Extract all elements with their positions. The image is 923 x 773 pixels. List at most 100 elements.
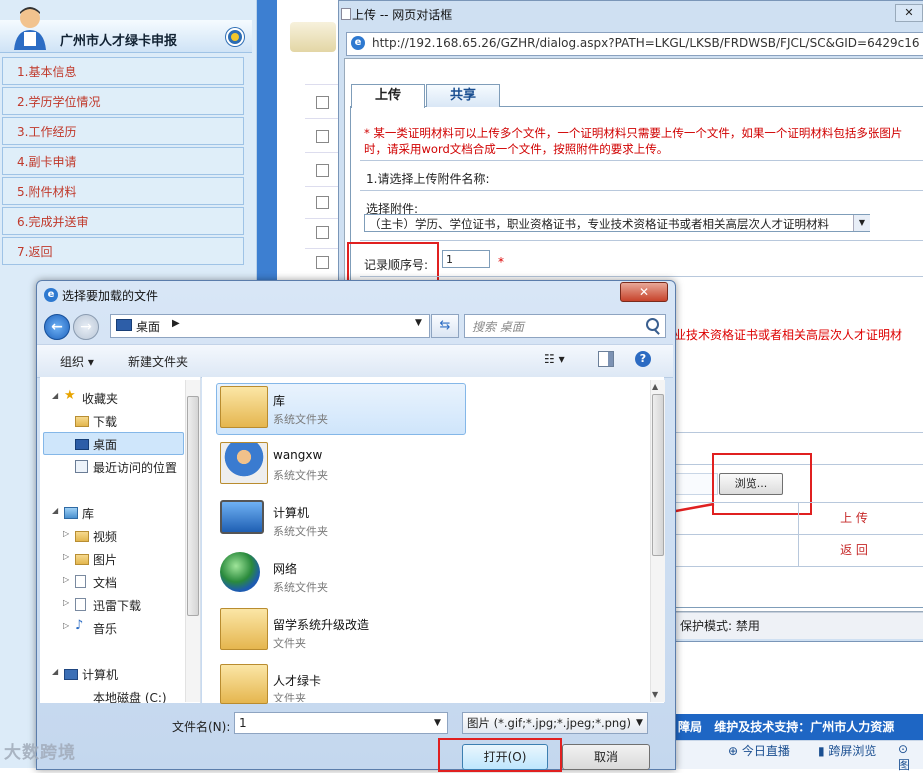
recent-places-icon — [75, 460, 88, 473]
expand-icon[interactable]: ▷ — [63, 552, 69, 561]
tree-item-documents[interactable]: ▷ 文档 — [63, 574, 117, 591]
back-arrow-icon[interactable]: ← — [44, 314, 70, 340]
scroll-up-icon[interactable]: ▲ — [652, 382, 658, 391]
tree-label: 桌面 — [93, 438, 118, 452]
chevron-down-icon[interactable]: ▼ — [636, 718, 643, 728]
forward-arrow-icon[interactable]: → — [73, 314, 99, 340]
cancel-button[interactable]: 取消 — [562, 744, 650, 770]
tree-item-thunder[interactable]: ▷ 迅雷下载 — [63, 597, 141, 614]
desktop-icon — [75, 439, 89, 450]
row-checkbox[interactable] — [316, 164, 329, 177]
ie-status-bar: 保护模式: 禁用 — [670, 612, 923, 639]
file-type: 系统文件夹 — [273, 413, 328, 426]
upload-notice: * 某一类证明材料可以上传多个文件，一个证明材料只需要上传一个文件，如果一个证明… — [364, 126, 903, 156]
help-icon[interactable]: ? — [635, 351, 651, 367]
attachment-select[interactable]: （主卡）学历、学位证书，职业资格证书，专业技术资格证书或者相关高层次人才证明材料 — [364, 214, 870, 232]
divider — [360, 276, 923, 277]
tree-item-local-disk[interactable]: ▷本地磁盘 (C:) — [93, 689, 167, 703]
nav-item-work-experience[interactable]: 3.工作经历 — [2, 117, 244, 145]
ie-dialog-title: 上传 -- 网页对话框 — [352, 8, 453, 22]
chevron-down-icon[interactable]: ▼ — [415, 318, 422, 328]
page-banner-icon — [290, 22, 336, 52]
tree-item-downloads[interactable]: 下载 — [75, 413, 117, 430]
live-broadcast-link[interactable]: ⊕ 今日直播 — [728, 742, 790, 759]
nav-item-attachments[interactable]: 5.附件材料 — [2, 177, 244, 205]
expand-icon[interactable]: ◢ — [52, 391, 58, 400]
file-name[interactable]: 留学系统升级改造 — [273, 616, 369, 633]
back-link[interactable]: 返 回 — [798, 534, 909, 566]
download-folder-icon — [75, 416, 89, 427]
file-type: 系统文件夹 — [273, 469, 328, 482]
expand-icon[interactable]: ▷ — [63, 575, 69, 584]
nav-item-basic-info[interactable]: 1.基本信息 — [2, 57, 244, 85]
new-folder-button[interactable]: 新建文件夹 — [128, 353, 188, 370]
ie-close-button[interactable]: ✕ — [895, 4, 923, 22]
tab-share[interactable]: 共享 — [426, 84, 500, 107]
nav-item-submit[interactable]: 6.完成并送审 — [2, 207, 244, 235]
expand-icon[interactable]: ▷ — [63, 621, 69, 630]
file-name[interactable]: wangxw — [273, 448, 322, 462]
row-checkbox[interactable] — [316, 96, 329, 109]
breadcrumb-chevron-icon[interactable]: ▶ — [172, 318, 180, 329]
tree-item-computer[interactable]: ◢ 计算机 — [52, 666, 118, 683]
expand-icon[interactable]: ◢ — [52, 667, 58, 676]
search-icon[interactable] — [646, 318, 659, 331]
organize-button[interactable]: 组织 ▾ — [60, 353, 94, 370]
nav-item-secondary-card[interactable]: 4.副卡申请 — [2, 147, 244, 175]
upload-link[interactable]: 上 传 — [798, 502, 909, 534]
navigation-tree — [40, 377, 201, 703]
filename-input[interactable]: 1 — [234, 712, 448, 734]
tree-label: 视频 — [93, 530, 118, 544]
tab-upload[interactable]: 上传 — [351, 84, 425, 108]
file-scroll-thumb[interactable] — [652, 394, 664, 556]
refresh-button[interactable]: ⇆ — [431, 314, 459, 338]
row-checkbox[interactable] — [316, 130, 329, 143]
expand-icon[interactable]: ▷ — [63, 598, 69, 607]
preview-pane-icon[interactable] — [598, 351, 614, 367]
divider — [360, 190, 923, 191]
attachment-requirement-text: 业技术资格证书或者相关高层次人才证明材 — [674, 328, 903, 342]
user-folder-icon — [220, 442, 268, 484]
file-type: 文件夹 — [273, 692, 306, 702]
cross-screen-link[interactable]: ▮ 跨屏浏览 — [818, 742, 876, 759]
scroll-down-icon[interactable]: ▼ — [652, 690, 658, 699]
breadcrumb-desktop[interactable]: 桌面 — [136, 318, 160, 335]
filetype-select[interactable]: 图片 (*.gif;*.jpg;*.jpeg;*.png) — [462, 712, 648, 734]
document-icon — [75, 575, 86, 588]
row-checkbox[interactable] — [316, 256, 329, 269]
row-checkbox[interactable] — [316, 226, 329, 239]
tree-item-libraries[interactable]: ◢ 库 — [52, 505, 94, 522]
tree-scroll-thumb[interactable] — [187, 396, 199, 616]
chevron-down-icon[interactable]: ▼ — [853, 215, 870, 231]
page-footer: 障局 维护及技术支持：广州市人力资源 — [670, 714, 923, 740]
ie-address-text: http://192.168.65.26/GZHR/dialog.aspx?PA… — [372, 36, 920, 50]
info-badge-icon — [226, 28, 244, 46]
sequence-input[interactable]: 1 — [442, 250, 490, 268]
tree-item-favorites[interactable]: ◢ ★ 收藏夹 — [52, 388, 118, 407]
tree-item-desktop[interactable]: 桌面 — [75, 436, 118, 453]
expand-icon[interactable]: ▷ — [63, 529, 69, 538]
file-name[interactable]: 网络 — [273, 560, 297, 577]
nav-item-back[interactable]: 7.返回 — [2, 237, 244, 265]
dialog-close-button[interactable]: ✕ — [620, 282, 668, 302]
live-broadcast-label: 今日直播 — [741, 744, 790, 758]
library-icon — [64, 507, 78, 519]
file-type: 系统文件夹 — [273, 525, 328, 538]
file-name[interactable]: 计算机 — [273, 504, 309, 521]
divider — [360, 240, 923, 241]
expand-icon[interactable]: ◢ — [52, 506, 58, 515]
view-options-icon[interactable]: ☷ ▾ — [544, 352, 570, 368]
row-checkbox[interactable] — [316, 196, 329, 209]
file-name[interactable]: 人才绿卡 — [273, 672, 321, 689]
file-name[interactable]: 库 — [273, 392, 285, 409]
tree-item-recent[interactable]: 最近访问的位置 — [75, 459, 177, 476]
chevron-down-icon[interactable]: ▼ — [434, 718, 441, 728]
ie-logo-icon: e — [351, 36, 365, 50]
tree-item-music[interactable]: ▷ ♪ 音乐 — [63, 618, 117, 637]
select-name-label: 1.请选择上传附件名称: — [366, 172, 490, 186]
network-globe-icon — [220, 552, 260, 592]
nav-item-education[interactable]: 2.学历学位情况 — [2, 87, 244, 115]
tree-item-videos[interactable]: ▷ 视频 — [63, 528, 118, 545]
tree-item-pictures[interactable]: ▷ 图片 — [63, 551, 117, 568]
status-extra-link[interactable]: ⊙ 图 — [898, 742, 923, 773]
